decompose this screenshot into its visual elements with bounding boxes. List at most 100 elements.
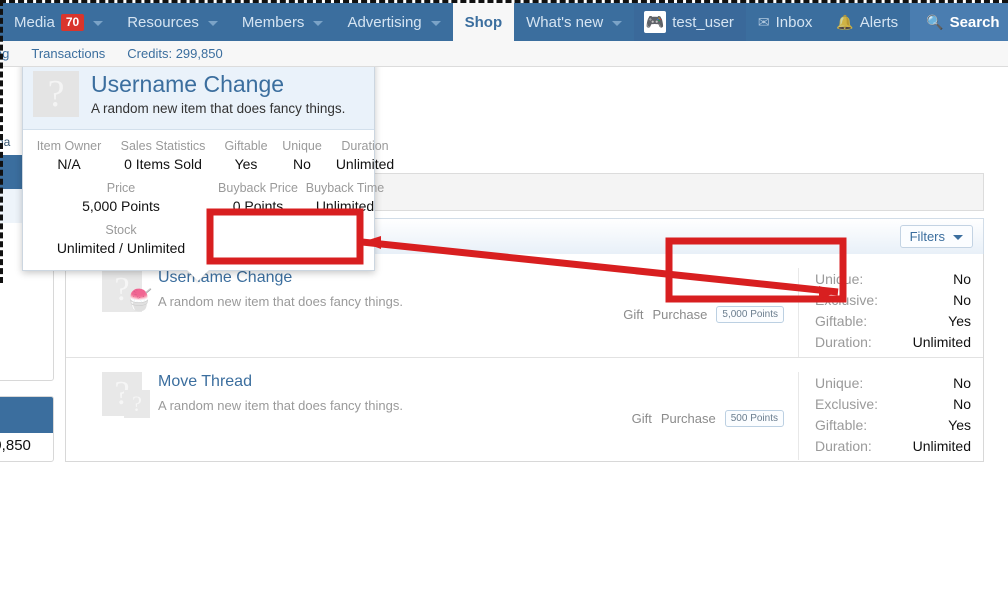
- magnifier-icon: 🔍: [926, 14, 944, 30]
- stat-cell: Duration Unlimited: [329, 138, 401, 174]
- stat-value: Unlimited: [335, 156, 395, 172]
- stat-value: Unlimited: [315, 198, 375, 214]
- item-attributes: Unique: No Exclusive: No Giftable: Yes D…: [798, 372, 983, 460]
- media-count-badge: 70: [60, 13, 85, 31]
- attribute-row: Exclusive: No: [815, 290, 971, 311]
- stat-label: Buyback Price: [218, 181, 298, 195]
- filters-button-label: Filters: [909, 229, 945, 244]
- attribute-key: Giftable:: [815, 313, 868, 329]
- nav-item-label: What's new: [526, 13, 604, 31]
- nav-item-alerts[interactable]: 🔔 Alerts: [824, 3, 911, 41]
- stat-label: Price: [106, 181, 136, 195]
- chevron-down-icon: [313, 20, 324, 26]
- item-title-link[interactable]: Username Change: [158, 268, 603, 288]
- stat-cell: Item Owner N/A: [29, 138, 109, 174]
- bell-icon: 🔔: [836, 14, 854, 30]
- tooltip-header: ? Username Change A random new item that…: [23, 61, 374, 130]
- tooltip-subtitle: A random new item that does fancy things…: [91, 101, 346, 116]
- attribute-row: Giftable: Yes: [815, 311, 971, 332]
- attribute-key: Unique:: [815, 271, 864, 287]
- nav-item-media[interactable]: Media 70: [0, 3, 115, 41]
- item-title-link[interactable]: Move Thread: [158, 372, 603, 392]
- stat-cell: Giftable Yes: [217, 138, 275, 174]
- attribute-row: Exclusive: No: [815, 394, 971, 415]
- attribute-row: Giftable: Yes: [815, 415, 971, 436]
- tooltip-stats: Item Owner N/A Sales Statistics 0 Items …: [23, 130, 394, 270]
- stat-label: Giftable: [224, 139, 268, 153]
- price-badge[interactable]: 500 Points: [724, 409, 784, 427]
- icecream-icon: 🍧: [126, 289, 153, 312]
- gamepad-avatar-icon: 🎮: [644, 11, 667, 33]
- stat-value: N/A: [57, 156, 81, 172]
- attribute-value: No: [953, 271, 971, 287]
- attribute-row: Unique: No: [815, 373, 971, 394]
- stat-label: Item Owner: [36, 139, 102, 153]
- stat-value: Unlimited / Unlimited: [56, 240, 186, 256]
- item-info: Move Thread A random new item that does …: [150, 372, 603, 460]
- chevron-down-icon: [612, 20, 623, 26]
- item-attributes: Unique: No Exclusive: No Giftable: Yes D…: [798, 268, 983, 357]
- nav-item-shop[interactable]: Shop: [452, 3, 515, 41]
- attribute-key: Duration:: [815, 334, 872, 350]
- tooltip-pointer-icon: [187, 270, 209, 281]
- filters-button[interactable]: Filters: [899, 225, 973, 248]
- credits-widget-value: 99,850: [0, 437, 31, 454]
- nav-item-label: Advertising: [347, 13, 422, 31]
- chevron-down-icon: [93, 20, 104, 26]
- nav-item-search[interactable]: 🔍 Search: [910, 3, 1008, 41]
- stat-label: Stock: [105, 223, 137, 237]
- attribute-value: Yes: [948, 417, 971, 433]
- item-description: A random new item that does fancy things…: [158, 398, 403, 413]
- gift-button[interactable]: Gift: [632, 411, 652, 426]
- stat-label: Buyback Time: [305, 181, 385, 195]
- subnav-item-transactions[interactable]: Transactions: [20, 46, 116, 61]
- attribute-key: Unique:: [815, 375, 864, 391]
- attribute-value: Unlimited: [912, 334, 971, 350]
- stat-label: Unique: [282, 139, 322, 153]
- subnav-item-clipped[interactable]: ing: [0, 46, 20, 61]
- purchase-button[interactable]: Purchase: [652, 307, 707, 322]
- gift-button[interactable]: Gift: [623, 307, 643, 322]
- chevron-down-icon: [953, 235, 963, 240]
- placeholder-question-icon-small: ?: [124, 390, 150, 418]
- attribute-value: No: [953, 375, 971, 391]
- nav-item-inbox[interactable]: ✉ Inbox: [745, 3, 825, 41]
- nav-item-label: Members: [241, 13, 305, 31]
- price-badge[interactable]: 5,000 Points: [716, 306, 784, 323]
- nav-item-label: Alerts: [859, 13, 899, 31]
- nav-item-members[interactable]: Members: [230, 3, 336, 41]
- nav-right-group: 🎮 test_user ✉ Inbox 🔔 Alerts 🔍 Search: [634, 3, 1008, 41]
- nav-item-account[interactable]: 🎮 test_user: [634, 3, 746, 41]
- attribute-key: Exclusive:: [815, 292, 879, 308]
- stat-label: Duration: [341, 139, 389, 153]
- envelope-icon: ✉: [757, 14, 770, 30]
- attribute-key: Duration:: [815, 438, 872, 454]
- nav-item-resources[interactable]: Resources: [115, 3, 230, 41]
- item-actions: Gift Purchase 500 Points: [603, 372, 798, 460]
- nav-item-label: Search: [949, 13, 1000, 31]
- nav-item-whats-new[interactable]: What's new: [514, 3, 634, 41]
- stat-label: Sales Statistics: [120, 139, 206, 153]
- chevron-down-icon: [430, 20, 441, 26]
- nav-item-label: Resources: [127, 13, 199, 31]
- item-info: Username Change A random new item that d…: [150, 268, 603, 357]
- attribute-value: Yes: [948, 313, 971, 329]
- item-hover-tooltip: ? Username Change A random new item that…: [22, 60, 394, 281]
- item-thumbnail: ? ?: [88, 372, 150, 432]
- attribute-value: No: [953, 292, 971, 308]
- stat-cell: Sales Statistics 0 Items Sold: [109, 138, 217, 174]
- credits-widget: 99,850: [0, 396, 54, 462]
- purchase-button[interactable]: Purchase: [661, 411, 716, 426]
- nav-item-label: Media: [14, 13, 55, 31]
- item-actions: Gift Purchase 5,000 Points: [603, 268, 798, 357]
- subnav-item-credits[interactable]: Credits: 299,850: [116, 46, 233, 61]
- table-row[interactable]: ? ? Move Thread A random new item that d…: [66, 357, 983, 460]
- stat-cell: Buyback Time Unlimited: [303, 180, 387, 216]
- tooltip-title: Username Change: [91, 71, 285, 97]
- attribute-value: Unlimited: [912, 438, 971, 454]
- stat-value: 0 Points: [232, 198, 284, 214]
- tooltip-stat-row-2: Price 5,000 Points Buyback Price 0 Point…: [29, 180, 384, 216]
- nav-item-advertising[interactable]: Advertising: [335, 3, 452, 41]
- stat-cell: Stock Unlimited / Unlimited: [29, 222, 213, 258]
- attribute-key: Exclusive:: [815, 396, 879, 412]
